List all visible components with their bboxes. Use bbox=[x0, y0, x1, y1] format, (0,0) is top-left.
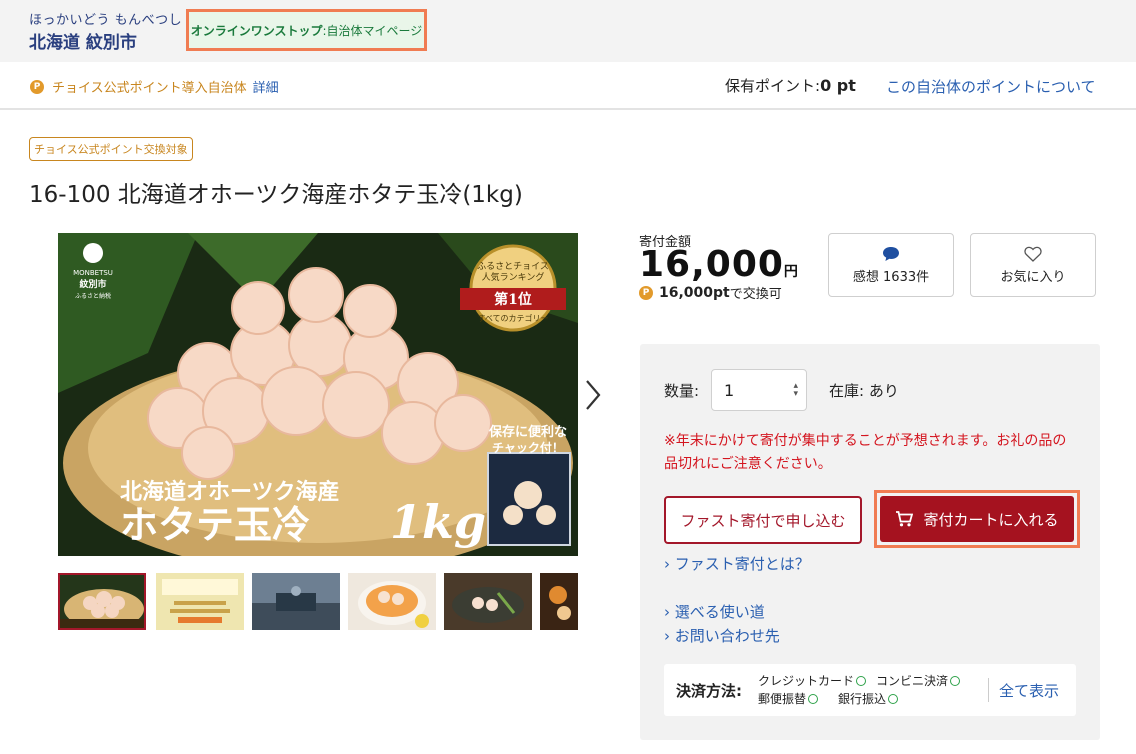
product-main-image[interactable]: ふるさとチョイス 人気ランキング 第1位 すべてのカテゴリー MONBETSU … bbox=[58, 233, 578, 556]
shortage-notice: ※年末にかけて寄付が集中することが予想されます。お礼の品の品切れにご注意ください… bbox=[664, 433, 1067, 472]
point-icon: P bbox=[30, 79, 44, 94]
payment-method: 銀行振込 bbox=[838, 690, 899, 707]
rank-sub: すべてのカテゴリー bbox=[477, 313, 548, 323]
thumbnail-6[interactable] bbox=[540, 573, 578, 630]
held-points-label: 保有ポイント: bbox=[725, 77, 821, 95]
payment-methods: 決済方法: クレジットカード コンビニ決済 郵便振替 銀行振込 全て表示 bbox=[664, 664, 1076, 716]
held-points: 保有ポイント:0 pt bbox=[725, 75, 856, 96]
payment-label: 決済方法: bbox=[676, 682, 742, 700]
pack-text2: チャック付！ bbox=[492, 440, 564, 455]
reviews-button[interactable]: 感想 1633件 bbox=[828, 233, 954, 297]
logo-line1: MONBETSU bbox=[73, 269, 113, 277]
payment-method: 郵便振替 bbox=[758, 690, 819, 707]
donation-currency: 円 bbox=[783, 264, 799, 280]
product-title: 16-100 北海道オホーツク海産ホタテ玉冷(1kg) bbox=[29, 182, 523, 208]
stock-status: 在庫: あり bbox=[829, 382, 899, 400]
image-text-weight: 1kg bbox=[390, 495, 486, 549]
fast-donation-about-link[interactable]: › ファスト寄付とは？ bbox=[664, 553, 810, 574]
onestop-label: オンラインワンストップ bbox=[190, 23, 323, 38]
contact-link[interactable]: › お問い合わせ先 bbox=[664, 625, 780, 646]
onestop-mypage-button[interactable]: オンラインワンストップ:自治体マイページ bbox=[186, 9, 427, 51]
available-circle-icon bbox=[856, 676, 867, 686]
donation-amount: 16,000円 bbox=[639, 244, 799, 285]
favorite-button[interactable]: お気に入り bbox=[970, 233, 1096, 297]
thumbnail-5[interactable] bbox=[444, 573, 532, 630]
image-text-main: ホタテ玉冷 bbox=[120, 502, 310, 547]
quantity-value: 1 bbox=[724, 381, 735, 400]
image-next-arrow-icon[interactable] bbox=[582, 378, 604, 412]
select-arrows-icon: ▴ ▾ bbox=[793, 381, 798, 399]
onestop-sublabel: :自治体マイページ bbox=[322, 23, 423, 38]
available-circle-icon bbox=[888, 694, 899, 704]
donation-points: P 16,000pt で交換可 bbox=[639, 283, 782, 302]
held-points-value: 0 pt bbox=[820, 76, 856, 95]
municipality-kana: ほっかいどう もんべつし bbox=[29, 13, 183, 28]
usage-link[interactable]: › 選べる使い道 bbox=[664, 601, 765, 622]
rank-main: 第1位 bbox=[494, 291, 532, 308]
official-point-text: チョイス公式ポイント導入自治体 bbox=[52, 81, 247, 96]
point-icon: P bbox=[639, 285, 653, 300]
logo-line2: 紋別市 bbox=[79, 278, 106, 290]
donation-points-suffix: で交換可 bbox=[729, 287, 782, 302]
point-exchange-badge: チョイス公式ポイント交換対象 bbox=[29, 137, 193, 161]
point-detail-link[interactable]: 詳細 bbox=[253, 77, 279, 96]
thumbnail-2[interactable] bbox=[156, 573, 244, 630]
heart-icon bbox=[1024, 246, 1042, 262]
favorite-label: お気に入り bbox=[1000, 269, 1066, 285]
reviews-label: 感想 1633件 bbox=[852, 269, 930, 285]
payment-method: コンビニ決済 bbox=[876, 672, 961, 689]
cart-button-highlight: 寄付カートに入れる bbox=[874, 490, 1080, 548]
thumbnail-1[interactable] bbox=[58, 573, 146, 630]
available-circle-icon bbox=[808, 694, 819, 704]
donation-points-value: 16,000pt bbox=[659, 284, 730, 301]
rank-line1: ふるさとチョイス bbox=[477, 261, 549, 272]
thumbnail-4[interactable] bbox=[348, 573, 436, 630]
speech-bubble-icon bbox=[883, 246, 899, 261]
pack-text1: 保存に便利な bbox=[488, 424, 567, 440]
fast-donation-button[interactable]: ファスト寄付で申し込む bbox=[664, 496, 862, 544]
municipality-points-link[interactable]: この自治体のポイントについて bbox=[886, 76, 1096, 97]
add-to-cart-button[interactable]: 寄付カートに入れる bbox=[880, 496, 1074, 542]
point-bar: P チョイス公式ポイント導入自治体 詳細 保有ポイント:0 pt この自治体のポ… bbox=[0, 62, 1136, 110]
municipality-header: ほっかいどう もんべつし 北海道 紋別市 オンラインワンストップ:自治体マイペー… bbox=[0, 0, 1136, 62]
rank-line2: 人気ランキング bbox=[482, 271, 545, 283]
official-point-notice: P チョイス公式ポイント導入自治体 詳細 bbox=[30, 77, 279, 96]
divider bbox=[988, 678, 989, 702]
logo-line3: ふるさと納税 bbox=[75, 292, 111, 300]
donation-amount-value: 16,000 bbox=[639, 244, 784, 285]
quantity-select[interactable]: 1 ▴ ▾ bbox=[711, 369, 807, 411]
cart-icon bbox=[896, 511, 914, 527]
payment-method: クレジットカード bbox=[758, 672, 867, 689]
municipality-name[interactable]: 北海道 紋別市 bbox=[29, 28, 137, 53]
thumbnail-3[interactable] bbox=[252, 573, 340, 630]
quantity-label: 数量: bbox=[664, 382, 700, 400]
show-all-payment-link[interactable]: 全て表示 bbox=[999, 680, 1059, 701]
available-circle-icon bbox=[950, 676, 961, 686]
add-to-cart-label: 寄付カートに入れる bbox=[923, 510, 1059, 529]
